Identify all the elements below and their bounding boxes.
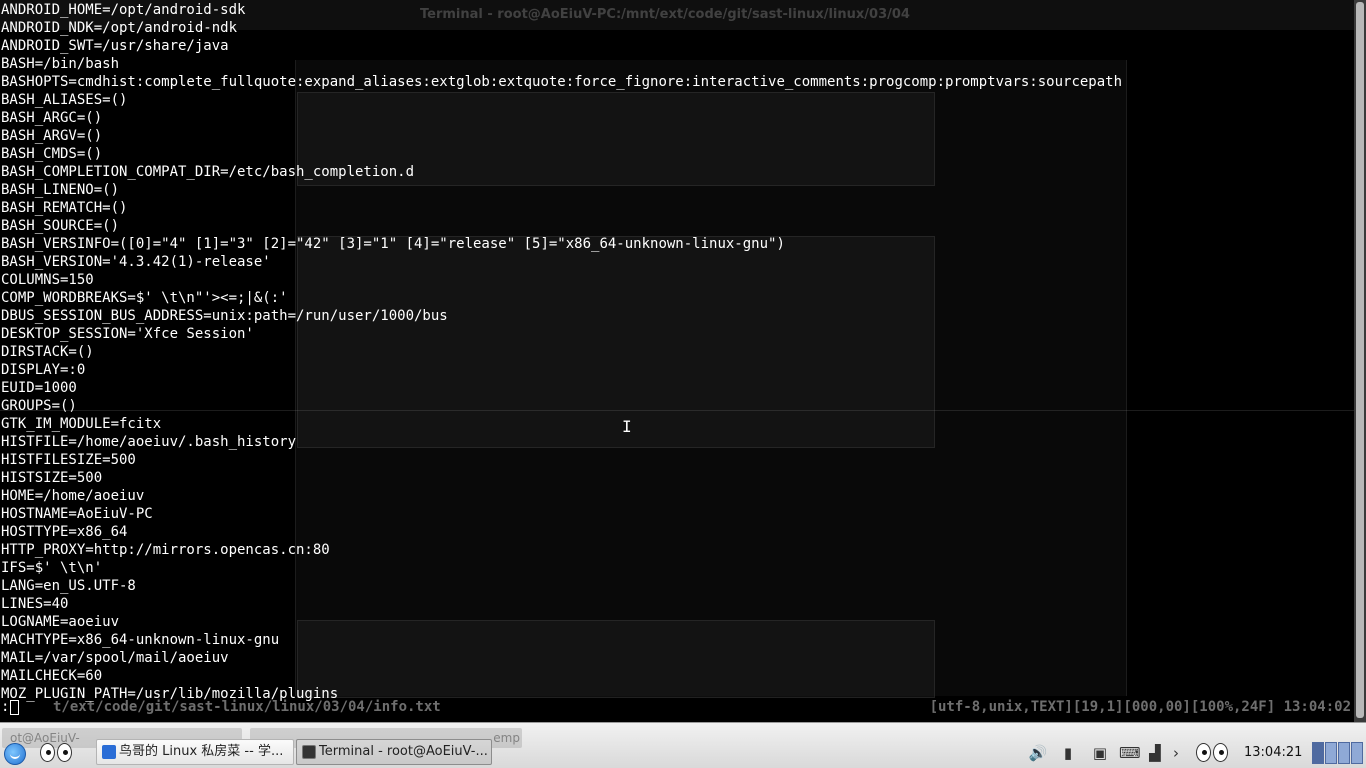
terminal-line: EUID=1000 bbox=[1, 380, 77, 396]
eye-right bbox=[1213, 743, 1228, 762]
terminal-line: BASH_ARGC=() bbox=[1, 110, 103, 126]
terminal-line: GROUPS=() bbox=[1, 398, 77, 414]
network-icon[interactable]: ▣ bbox=[1090, 744, 1110, 762]
chevron-right-icon[interactable]: › bbox=[1166, 744, 1186, 762]
xeyes-icon bbox=[40, 743, 74, 763]
pager-prompt[interactable]: : bbox=[1, 698, 9, 716]
eye-left bbox=[1196, 743, 1211, 762]
terminal-line: HTTP_PROXY=http://mirrors.opencas.cn:80 bbox=[1, 542, 330, 558]
terminal-line: HISTSIZE=500 bbox=[1, 470, 103, 486]
taskbar-button-label: 鸟哥的 Linux 私房菜 -- 学... bbox=[119, 744, 284, 759]
desktop-screen: Terminal - root@AoEiuV-PC:/mnt/ext/code/… bbox=[0, 0, 1366, 768]
clock[interactable]: 13:04:21 bbox=[1244, 745, 1302, 760]
status-file-info: [utf-8,unix,TEXT][19,1][000,00][100%,24F… bbox=[929, 699, 1351, 715]
terminal-line: BASH=/bin/bash bbox=[1, 56, 120, 72]
terminal-line: IFS=$' \t\n' bbox=[1, 560, 103, 576]
terminal-line: LOGNAME=aoeiuv bbox=[1, 614, 120, 630]
keyboard-icon[interactable]: ⌨ bbox=[1119, 744, 1141, 762]
terminal-line: DIRSTACK=() bbox=[1, 344, 94, 360]
terminal-line: BASH_VERSINFO=([0]="4" [1]="3" [2]="42" … bbox=[1, 236, 785, 252]
terminal-status-line: : t/ext/code/git/sast-linux/linux/03/04/… bbox=[1, 698, 1353, 716]
terminal-line: BASH_CMDS=() bbox=[1, 146, 103, 162]
terminal-line: LINES=40 bbox=[1, 596, 69, 612]
terminal-line: HISTFILESIZE=500 bbox=[1, 452, 136, 468]
terminal-line: BASH_LINENO=() bbox=[1, 182, 120, 198]
terminal-line: ANDROID_SWT=/usr/share/java bbox=[1, 38, 229, 54]
taskbar: ot@AoEiuV- emp 鸟哥的 Linux 私房菜 -- 学... Ter… bbox=[0, 722, 1366, 768]
workspace-2[interactable] bbox=[1325, 742, 1337, 764]
terminal-line: DBUS_SESSION_BUS_ADDRESS=unix:path=/run/… bbox=[1, 308, 448, 324]
workspace-4[interactable] bbox=[1351, 742, 1363, 764]
browser-icon bbox=[102, 745, 116, 759]
terminal-line: ANDROID_HOME=/opt/android-sdk bbox=[1, 2, 246, 18]
terminal-line: MAILCHECK=60 bbox=[1, 668, 103, 684]
xeyes-icon bbox=[1196, 743, 1230, 763]
volume-icon[interactable]: 🔊 bbox=[1028, 744, 1048, 762]
terminal-line: MAIL=/var/spool/mail/aoeiuv bbox=[1, 650, 229, 666]
terminal-line: ANDROID_NDK=/opt/android-ndk bbox=[1, 20, 238, 36]
terminal-line: DESKTOP_SESSION='Xfce Session' bbox=[1, 326, 254, 342]
status-file-path: t/ext/code/git/sast-linux/linux/03/04/in… bbox=[53, 699, 441, 715]
terminal-line: BASH_REMATCH=() bbox=[1, 200, 128, 216]
terminal-line: BASHOPTS=cmdhist:complete_fullquote:expa… bbox=[1, 74, 1123, 90]
terminal-line: BASH_ALIASES=() bbox=[1, 92, 128, 108]
terminal-line: HOSTNAME=AoEiuV-PC bbox=[1, 506, 153, 522]
text-cursor-icon: I bbox=[622, 417, 632, 436]
terminal-cursor bbox=[10, 700, 19, 715]
ghost-tab-label: emp bbox=[493, 731, 520, 745]
scrollbar-thumb[interactable] bbox=[1356, 2, 1364, 718]
terminal-line: HOSTTYPE=x86_64 bbox=[1, 524, 128, 540]
terminal-line: HOME=/home/aoeiuv bbox=[1, 488, 145, 504]
battery-icon[interactable]: ▮ bbox=[1058, 744, 1078, 762]
terminal-line: COMP_WORDBREAKS=$' \t\n"'><=;|&(:' bbox=[1, 290, 288, 306]
xfce-menu-icon[interactable] bbox=[4, 743, 26, 765]
terminal-line: HISTFILE=/home/aoeiuv/.bash_history bbox=[1, 434, 297, 450]
terminal-line: COLUMNS=150 bbox=[1, 272, 94, 288]
terminal-line: BASH_SOURCE=() bbox=[1, 218, 120, 234]
taskbar-button-browser[interactable]: 鸟哥的 Linux 私房菜 -- 学... bbox=[96, 739, 294, 765]
workspace-3[interactable] bbox=[1338, 742, 1350, 764]
eye-right bbox=[57, 743, 72, 762]
terminal-output: ANDROID_HOME=/opt/android-sdk ANDROID_NDK… bbox=[1, 1, 1122, 703]
signal-icon[interactable]: ▟ bbox=[1145, 744, 1165, 762]
terminal-window[interactable]: Terminal - root@AoEiuV-PC:/mnt/ext/code/… bbox=[0, 0, 1354, 722]
terminal-line: GTK_IM_MODULE=fcitx bbox=[1, 416, 162, 432]
terminal-line: MACHTYPE=x86_64-unknown-linux-gnu bbox=[1, 632, 280, 648]
workspace-switcher[interactable] bbox=[1312, 742, 1364, 764]
terminal-scrollbar[interactable] bbox=[1354, 0, 1366, 722]
terminal-icon bbox=[302, 745, 316, 759]
terminal-line: BASH_VERSION='4.3.42(1)-release' bbox=[1, 254, 271, 270]
workspace-1[interactable] bbox=[1312, 742, 1324, 764]
terminal-line: BASH_ARGV=() bbox=[1, 128, 103, 144]
terminal-line: DISPLAY=:0 bbox=[1, 362, 86, 378]
terminal-line: BASH_COMPLETION_COMPAT_DIR=/etc/bash_com… bbox=[1, 164, 415, 180]
terminal-line: LANG=en_US.UTF-8 bbox=[1, 578, 136, 594]
taskbar-button-terminal[interactable]: Terminal - root@AoEiuV-... bbox=[296, 739, 492, 765]
taskbar-button-label: Terminal - root@AoEiuV-... bbox=[319, 744, 488, 759]
eye-left bbox=[40, 743, 55, 762]
